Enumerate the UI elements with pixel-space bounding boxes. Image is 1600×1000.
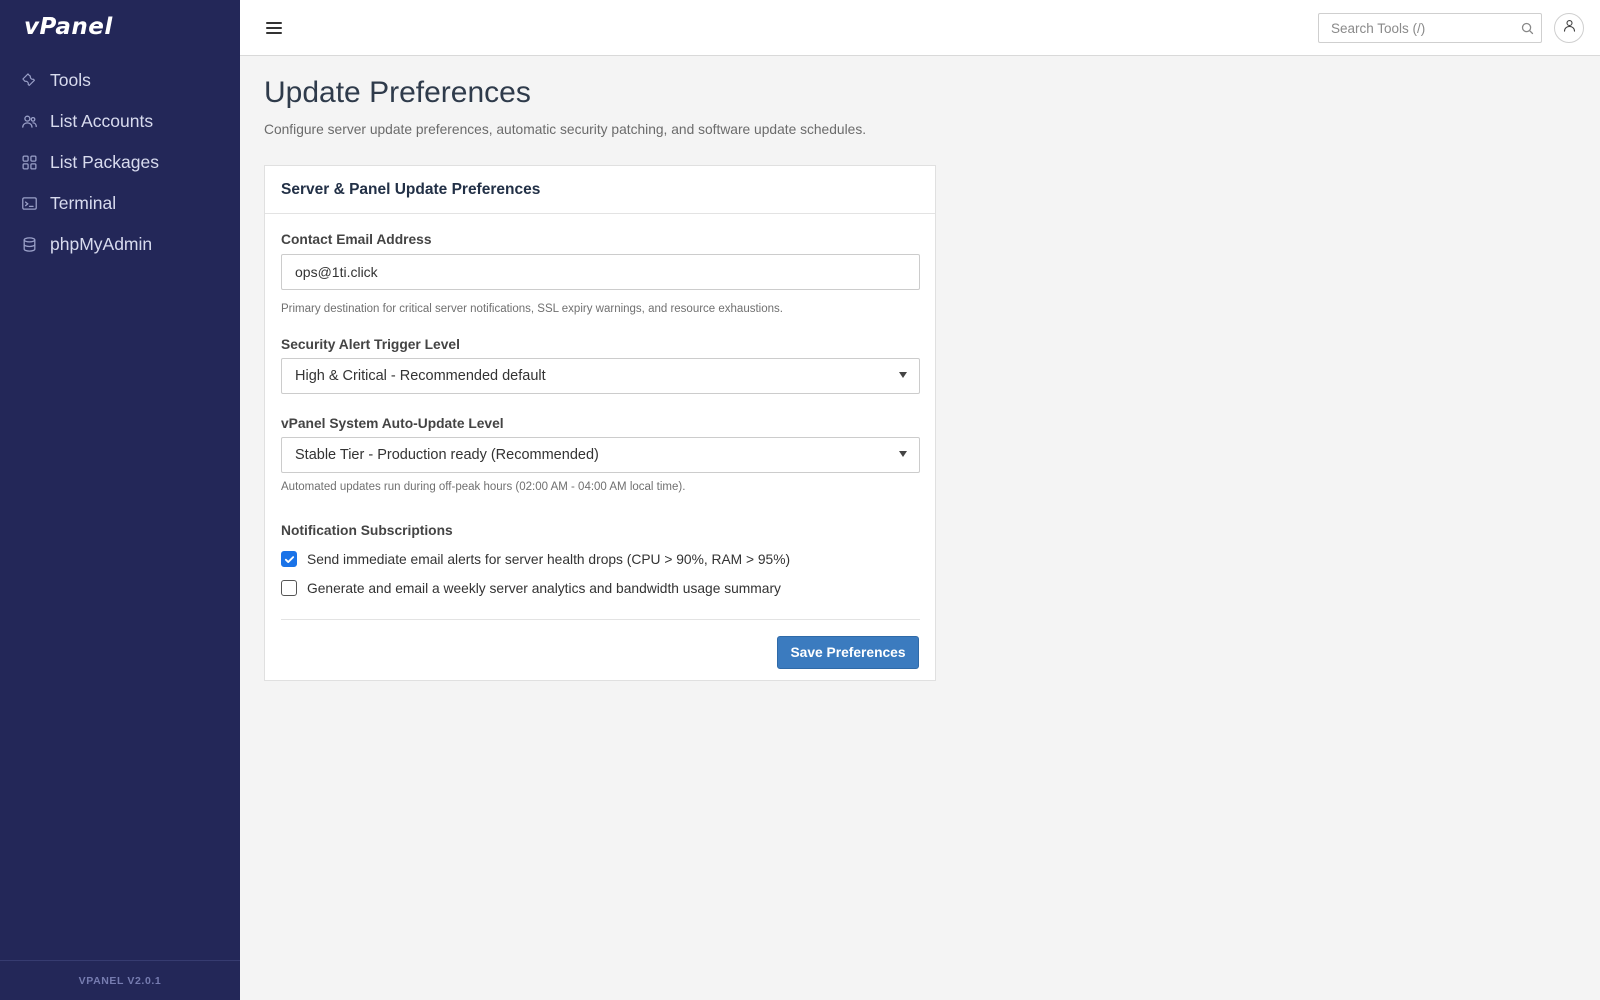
security-level-select[interactable]: High & Critical - Recommended default bbox=[281, 358, 920, 394]
auto-update-label: vPanel System Auto-Update Level bbox=[281, 416, 504, 431]
sidebar-item-list-packages[interactable]: List Packages bbox=[0, 142, 240, 183]
health-alerts-option[interactable]: Send immediate email alerts for server h… bbox=[281, 551, 919, 567]
health-alerts-checkbox[interactable] bbox=[281, 551, 297, 567]
sidebar-item-tools[interactable]: Tools bbox=[0, 60, 240, 101]
users-icon bbox=[20, 113, 38, 131]
topbar bbox=[240, 0, 1600, 56]
database-icon bbox=[20, 236, 38, 254]
grid-icon bbox=[20, 154, 38, 172]
user-icon bbox=[1562, 18, 1577, 38]
health-alerts-label: Send immediate email alerts for server h… bbox=[307, 551, 791, 567]
weekly-summary-option[interactable]: Generate and email a weekly server analy… bbox=[281, 580, 919, 596]
auto-update-select[interactable]: Stable Tier - Production ready (Recommen… bbox=[281, 437, 920, 473]
search-icon[interactable] bbox=[1520, 21, 1535, 36]
sidebar-item-list-accounts[interactable]: List Accounts bbox=[0, 101, 240, 142]
page-title: Update Preferences bbox=[264, 76, 531, 109]
hamburger-icon[interactable] bbox=[264, 18, 284, 38]
security-level-value: High & Critical - Recommended default bbox=[295, 368, 546, 384]
vpanel-logo[interactable]: vPanel bbox=[24, 14, 113, 40]
search-input[interactable] bbox=[1319, 14, 1509, 42]
weekly-summary-checkbox[interactable] bbox=[281, 580, 297, 596]
email-label: Contact Email Address bbox=[281, 232, 432, 247]
save-preferences-button[interactable]: Save Preferences bbox=[777, 636, 919, 669]
email-field[interactable] bbox=[281, 254, 920, 290]
sidebar-item-label: List Accounts bbox=[50, 111, 154, 131]
sidebar: vPanel Tools List Accounts List Packages… bbox=[0, 0, 240, 1000]
sidebar-item-label: List Packages bbox=[50, 152, 159, 172]
divider bbox=[281, 619, 920, 620]
wrench-icon bbox=[20, 72, 38, 90]
notifications-label: Notification Subscriptions bbox=[281, 523, 453, 538]
chevron-down-icon bbox=[899, 372, 907, 378]
update-preferences-card: Server & Panel Update Preferences Contac… bbox=[264, 165, 936, 681]
version-label: VPANEL V2.0.1 bbox=[0, 960, 240, 1000]
auto-update-value: Stable Tier - Production ready (Recommen… bbox=[295, 447, 599, 463]
sidebar-item-terminal[interactable]: Terminal bbox=[0, 183, 240, 224]
auto-update-help: Automated updates run during off-peak ho… bbox=[281, 481, 686, 493]
email-help: Primary destination for critical server … bbox=[281, 303, 783, 315]
chevron-down-icon bbox=[899, 451, 907, 457]
sidebar-item-label: Tools bbox=[50, 70, 91, 90]
sidebar-nav: Tools List Accounts List Packages Termin… bbox=[0, 60, 240, 265]
page-description: Configure server update preferences, aut… bbox=[264, 122, 867, 137]
sidebar-item-label: phpMyAdmin bbox=[50, 234, 153, 254]
sidebar-item-label: Terminal bbox=[50, 193, 117, 213]
weekly-summary-label: Generate and email a weekly server analy… bbox=[307, 580, 781, 596]
search-box bbox=[1318, 13, 1542, 43]
security-level-label: Security Alert Trigger Level bbox=[281, 337, 460, 352]
card-body: Contact Email Address Primary destinatio… bbox=[265, 232, 935, 669]
user-menu-button[interactable] bbox=[1554, 13, 1584, 43]
sidebar-item-phpmyadmin[interactable]: phpMyAdmin bbox=[0, 224, 240, 265]
terminal-icon bbox=[20, 195, 38, 213]
card-title: Server & Panel Update Preferences bbox=[265, 166, 935, 214]
